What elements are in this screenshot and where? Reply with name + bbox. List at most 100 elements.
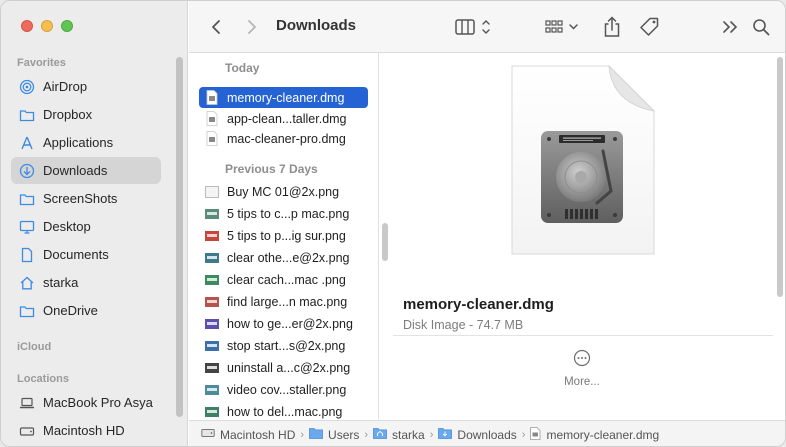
minimize-window-button[interactable] (41, 20, 53, 32)
sidebar-item-screenshots[interactable]: ScreenShots (11, 185, 161, 212)
sidebar-item-label: Documents (43, 247, 109, 262)
sidebar-section-locations: Locations (17, 373, 69, 385)
desktop-icon (19, 219, 35, 235)
file-item[interactable]: clear cach...mac .png (199, 269, 368, 290)
image-file-icon (205, 250, 219, 266)
laptop-icon (19, 395, 35, 411)
folder-icon (19, 191, 35, 207)
more-actions-button[interactable]: More... (557, 349, 607, 389)
file-item[interactable]: stop start...s@2x.png (199, 335, 368, 356)
sidebar-scrollbar[interactable] (176, 57, 183, 417)
search-icon (752, 18, 770, 36)
forward-button[interactable] (243, 15, 261, 39)
section-header-previous-7-days: Previous 7 Days (225, 162, 318, 176)
file-name: 5 tips to c...p mac.png (227, 206, 350, 221)
path-crumb-macintosh-hd[interactable]: Macintosh HD (201, 427, 295, 442)
file-column-scrollbar[interactable] (382, 223, 388, 261)
sidebar-item-airdrop[interactable]: AirDrop (11, 73, 161, 100)
file-item[interactable]: mac-cleaner-pro.dmg (199, 128, 368, 149)
path-bar: Macintosh HD › Users › starka › Download… (189, 420, 785, 446)
file-item[interactable]: 5 tips to p...ig sur.png (199, 225, 368, 246)
preview-file-name: memory-cleaner.dmg (403, 296, 554, 313)
preview-scrollbar[interactable] (777, 57, 783, 297)
path-separator-icon: › (429, 428, 434, 441)
image-file-icon (205, 206, 219, 222)
file-item[interactable]: Buy MC 01@2x.png (199, 181, 368, 202)
path-separator-icon: › (364, 428, 369, 441)
downloads-icon (19, 163, 35, 179)
file-item[interactable]: video cov...staller.png (199, 379, 368, 400)
sidebar-item-starka[interactable]: starka (11, 269, 161, 296)
file-name: clear othe...e@2x.png (227, 250, 350, 265)
home-icon (19, 275, 35, 291)
share-button[interactable] (601, 15, 623, 39)
dmg-file-icon (205, 90, 219, 106)
sidebar-item-downloads[interactable]: Downloads (11, 157, 161, 184)
file-name: memory-cleaner.dmg (227, 90, 345, 105)
image-file-icon (205, 404, 219, 420)
sidebar-item-documents[interactable]: Documents (11, 241, 161, 268)
back-button[interactable] (207, 15, 225, 39)
folder-icon (19, 107, 35, 123)
sidebar-item-macbook-pro[interactable]: MacBook Pro Asya (11, 389, 161, 416)
downloads-folder-icon (438, 427, 453, 442)
file-item[interactable]: how to ge...er@2x.png (199, 313, 368, 334)
image-file-icon (205, 360, 219, 376)
group-button[interactable] (544, 15, 584, 39)
sidebar-item-applications[interactable]: Applications (11, 129, 161, 156)
tags-button[interactable] (638, 15, 662, 39)
zoom-window-button[interactable] (61, 20, 73, 32)
path-crumb-users[interactable]: Users (309, 427, 359, 442)
file-name: video cov...staller.png (227, 382, 347, 397)
more-toolbar-button[interactable] (719, 15, 741, 39)
sidebar-item-dropbox[interactable]: Dropbox (11, 101, 161, 128)
file-name: stop start...s@2x.png (227, 338, 346, 353)
grid-icon (544, 18, 584, 36)
file-name: uninstall a...c@2x.png (227, 360, 351, 375)
file-item[interactable]: 5 tips to c...p mac.png (199, 203, 368, 224)
file-item[interactable]: uninstall a...c@2x.png (199, 357, 368, 378)
view-columns-button[interactable] (453, 15, 495, 39)
preview-file-meta: Disk Image - 74.7 MB (403, 318, 524, 332)
section-header-today: Today (225, 61, 260, 75)
file-item[interactable]: how to del...mac.png (199, 401, 368, 419)
columns-view-icon (454, 18, 494, 36)
search-button[interactable] (750, 15, 772, 39)
path-crumb-downloads[interactable]: Downloads (438, 427, 517, 442)
sidebar-item-label: AirDrop (43, 79, 88, 94)
file-name: how to del...mac.png (227, 404, 343, 419)
sidebar-item-label: Dropbox (43, 107, 93, 122)
finder-window: Favorites AirDrop Dropbox Applications D… (0, 0, 786, 447)
window-controls (21, 20, 73, 32)
sidebar-item-label: Downloads (43, 163, 108, 178)
image-file-icon (205, 316, 219, 332)
path-crumb-file[interactable]: memory-cleaner.dmg (530, 426, 659, 443)
more-actions-label: More... (564, 376, 600, 388)
path-separator-icon: › (300, 428, 305, 441)
file-item[interactable]: app-clean...taller.dmg (199, 108, 368, 129)
file-item[interactable]: find large...n mac.png (199, 291, 368, 312)
dmg-file-icon (205, 131, 219, 147)
file-item[interactable]: clear othe...e@2x.png (199, 247, 368, 268)
sidebar-item-onedrive[interactable]: OneDrive (11, 297, 161, 324)
folder-icon (309, 427, 323, 442)
sidebar-item-label: Macintosh HD (43, 423, 125, 438)
disk-icon (201, 427, 215, 442)
sidebar: Favorites AirDrop Dropbox Applications D… (1, 1, 188, 446)
file-item-selected[interactable]: memory-cleaner.dmg (199, 87, 368, 108)
chevron-left-icon (211, 19, 221, 35)
file-name: how to ge...er@2x.png (227, 316, 353, 331)
document-icon (19, 247, 35, 263)
tag-icon (639, 16, 661, 38)
file-name: Buy MC 01@2x.png (227, 184, 340, 199)
file-name: mac-cleaner-pro.dmg (227, 131, 346, 146)
path-crumb-starka[interactable]: starka (373, 427, 425, 442)
sidebar-item-desktop[interactable]: Desktop (11, 213, 161, 240)
sidebar-item-label: starka (43, 275, 79, 290)
path-crumb-label: starka (392, 427, 425, 442)
applications-icon (19, 135, 35, 151)
sidebar-item-macintosh-hd[interactable]: Macintosh HD (11, 417, 161, 444)
file-name: find large...n mac.png (227, 294, 348, 309)
dmg-preview-icon (511, 64, 656, 255)
close-window-button[interactable] (21, 20, 33, 32)
